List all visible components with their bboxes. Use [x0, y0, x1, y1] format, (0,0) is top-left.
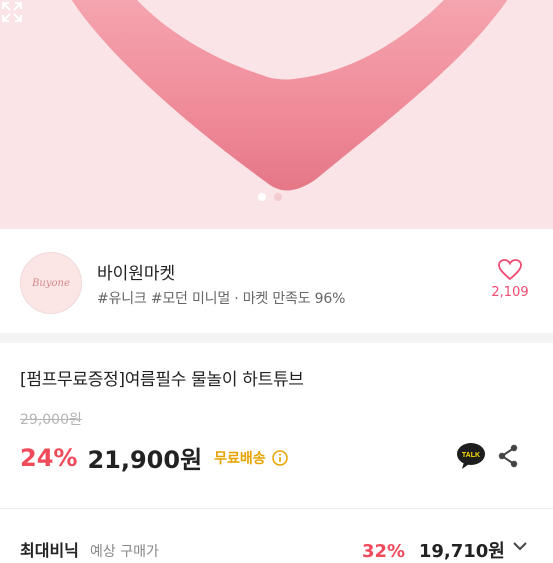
- section-divider-line: [0, 508, 553, 509]
- shop-tags: #유니크 #모던 미니멀 · 마켓 만족도 96%: [97, 291, 346, 307]
- heart-icon: [498, 259, 522, 281]
- like-button[interactable]: 2,109: [486, 259, 534, 300]
- discount-rate: 24%: [20, 443, 78, 472]
- price-row: 24% 21,900원 무료배송: [20, 440, 288, 475]
- expand-icon[interactable]: [0, 0, 24, 24]
- expected-price-label: 예상 구매가: [89, 544, 159, 560]
- max-benefit-price: 32% 19,710원: [362, 537, 505, 563]
- info-icon[interactable]: [271, 449, 288, 466]
- max-benefit-label: 최대비닉: [20, 541, 79, 560]
- chevron-down-icon[interactable]: [512, 540, 528, 552]
- max-benefit-value: 19,710원: [418, 541, 505, 562]
- original-price: 29,000원: [20, 412, 82, 428]
- carousel-dots: [258, 193, 282, 201]
- product-title: [펌프무료증정]여름필수 물놀이 하트튜브: [20, 370, 304, 390]
- like-count: 2,109: [491, 285, 529, 300]
- product-image[interactable]: [0, 0, 553, 229]
- free-shipping-badge: 무료배송: [214, 450, 266, 467]
- max-benefit-discount: 32%: [362, 541, 406, 562]
- carousel-dot[interactable]: [274, 193, 282, 201]
- section-divider: [0, 333, 553, 343]
- sale-price: 21,900원: [87, 446, 203, 474]
- shop-avatar[interactable]: Buyone: [20, 252, 82, 314]
- shop-name[interactable]: 바이원마켓: [97, 259, 175, 284]
- max-benefit-row[interactable]: 최대비닉 예상 구매가: [20, 537, 159, 561]
- share-icon[interactable]: [497, 444, 519, 468]
- shop-info[interactable]: Buyone 바이원마켓 #유니크 #모던 미니멀 · 마켓 만족도 96% 2…: [0, 229, 553, 333]
- kakao-talk-icon[interactable]: TALK: [456, 442, 486, 470]
- talk-label: TALK: [462, 452, 480, 459]
- carousel-dot-active[interactable]: [258, 193, 266, 201]
- shop-avatar-logo: Buyone: [32, 277, 70, 289]
